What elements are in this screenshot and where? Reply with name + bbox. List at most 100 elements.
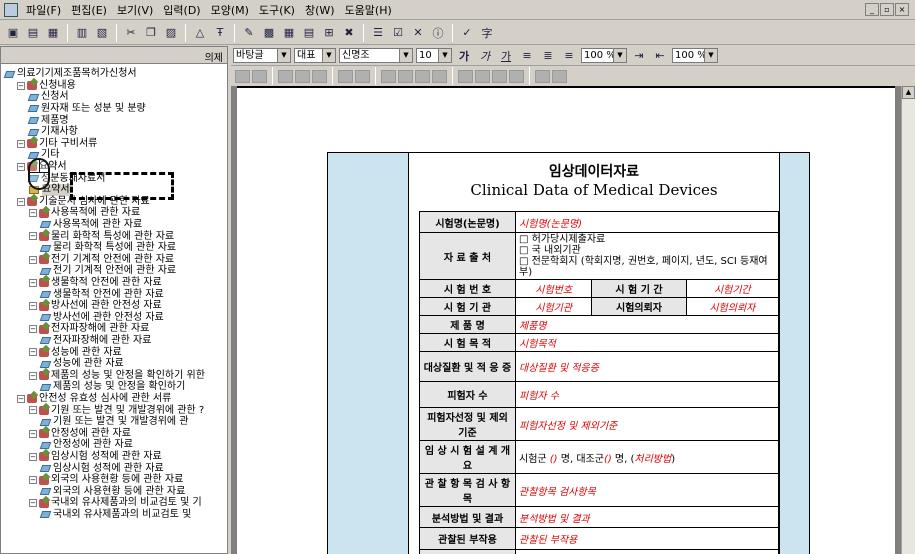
tree-item[interactable]: − 제품의 성능 및 안정을 확인하기 위한	[29, 370, 205, 382]
tree-item[interactable]: 기원 또는 발견 및 개발경위에 관	[39, 416, 189, 428]
tree-item[interactable]: 물리 화학적 특성에 관한 자료	[39, 242, 176, 254]
source-option[interactable]: □ 전문학회지 (학회지명, 권번호, 페이지, 년도, SCI 등재여부)	[519, 256, 775, 278]
requester-value[interactable]: 시험의뢰자	[685, 297, 780, 316]
tree-item[interactable]: − 사용목적에 관한 자료	[29, 207, 140, 219]
vertical-scrollbar[interactable]: ▲	[901, 86, 915, 554]
zoom-select-1[interactable]: 100 %	[581, 48, 627, 63]
design-field[interactable]: ()	[550, 454, 558, 465]
style-icon[interactable]: ☰	[369, 24, 387, 42]
tree-item[interactable]: − 신청내용	[17, 80, 76, 92]
menu-window[interactable]: 창(W)	[300, 2, 340, 18]
tree-item[interactable]: 전자파장해에 관한 자료	[39, 335, 151, 347]
purpose-value[interactable]: 시험목적	[515, 333, 779, 352]
tree-item[interactable]: 제품의 성능 및 안정을 확인하기	[39, 381, 185, 393]
tree-item[interactable]: 기재사항	[27, 126, 78, 138]
collapse-icon[interactable]: −	[29, 476, 37, 484]
align-right-icon[interactable]: ≡	[560, 47, 578, 65]
selection-value[interactable]: 피험자선정 및 제외기준	[515, 407, 779, 441]
tree-item[interactable]: − 기타 구비서류	[17, 138, 97, 150]
print-icon[interactable]: ▥	[73, 24, 91, 42]
tree-item[interactable]: 사용목적에 관한 자료	[39, 219, 142, 231]
tree-item[interactable]: 원자재 또는 성분 및 분량	[27, 103, 146, 115]
tree-item[interactable]: 방사선에 관한 안전성 자료	[39, 312, 164, 324]
tree-item[interactable]: 의료기기제조품목허가신청서	[3, 68, 137, 80]
design-value[interactable]: 시험군 () 명, 대조군() 명, (처리방법)	[515, 440, 779, 474]
collapse-icon[interactable]: −	[17, 197, 25, 206]
clear-icon[interactable]: ✕	[409, 24, 427, 42]
menu-help[interactable]: 도움말(H)	[340, 2, 397, 18]
analysis-value[interactable]: 분석방법 및 결과	[515, 506, 779, 528]
tree-item[interactable]: − 안전성 유효성 심사에 관한 서류	[17, 393, 171, 405]
zoom-select-2[interactable]: 100 %	[672, 48, 718, 63]
font-select[interactable]: 신명조	[339, 48, 413, 63]
tree-item[interactable]: 전기 기계적 안전에 관한 자료	[39, 265, 176, 277]
menu-format[interactable]: 모양(M)	[206, 2, 254, 18]
tree-item[interactable]: − 방사선에 관한 안전성 자료	[29, 300, 162, 312]
collapse-icon[interactable]: −	[17, 394, 25, 403]
info-icon[interactable]: ⓘ	[429, 24, 447, 42]
link-icon[interactable]: ⊞	[320, 24, 338, 42]
check-icon[interactable]: ☑	[389, 24, 407, 42]
collapse-icon[interactable]: −	[29, 371, 37, 380]
save-icon[interactable]: ▦	[44, 24, 62, 42]
trial-no-value[interactable]: 시험번호	[514, 279, 593, 298]
tree-item[interactable]: − 임상시험 성적에 관한 자료	[29, 451, 162, 463]
lang-select[interactable]: 대표	[294, 48, 336, 63]
tree-item[interactable]: 신청서	[27, 91, 69, 103]
tree-item[interactable]: − 기원 또는 발견 및 개발경위에 관한 ?	[29, 404, 204, 416]
collapse-icon[interactable]: −	[29, 255, 37, 264]
outdent-icon[interactable]: ⇤	[651, 47, 669, 65]
conclusion-value[interactable]: 결론	[515, 549, 779, 554]
tree-item[interactable]: − 안정성에 관한 자료	[29, 428, 131, 440]
collapse-icon[interactable]: −	[29, 452, 37, 461]
underline-button[interactable]: 가	[497, 47, 515, 65]
tree-item[interactable]: − 외국의 사용현황 등에 관한 자료	[29, 474, 183, 486]
collapse-icon[interactable]: −	[17, 81, 25, 90]
italic-button[interactable]: 가	[476, 47, 494, 65]
design-field[interactable]: 처리방법	[634, 454, 671, 465]
delete-icon[interactable]: ✖	[340, 24, 358, 42]
collapse-icon[interactable]: −	[29, 348, 37, 357]
collapse-icon[interactable]: −	[29, 325, 37, 334]
paste-icon[interactable]: ▨	[162, 24, 180, 42]
tree-item[interactable]: 안정성에 관한 자료	[39, 439, 133, 451]
cut-icon[interactable]: ✂	[122, 24, 140, 42]
preview-icon[interactable]: ▧	[93, 24, 111, 42]
close-button[interactable]: ×	[895, 3, 909, 16]
tree-item[interactable]: 국내외 유사제품과의 비교검토 및	[39, 509, 191, 521]
source-options[interactable]: □ 허가당시제출자료 □ 국 내외기관 □ 전문학회지 (학회지명, 권번호, …	[515, 232, 779, 280]
collapse-icon[interactable]: −	[29, 499, 37, 508]
collapse-icon[interactable]: −	[29, 232, 37, 241]
minimize-button[interactable]: _	[865, 3, 879, 16]
trial-name-value[interactable]: 시험명(논문명)	[515, 211, 779, 233]
indent-icon[interactable]: ⇥	[630, 47, 648, 65]
trial-period-value[interactable]: 시험기간	[685, 279, 780, 298]
items-value[interactable]: 관찰항목 검사항목	[515, 473, 779, 507]
table-icon[interactable]: ▦	[280, 24, 298, 42]
subjects-value[interactable]: 피험자 수	[515, 381, 779, 408]
collapse-icon[interactable]: −	[29, 278, 37, 287]
collapse-icon[interactable]: −	[29, 209, 37, 218]
collapse-icon[interactable]: −	[17, 139, 25, 148]
tree-item[interactable]: 성능에 관한 자료	[39, 358, 124, 370]
product-value[interactable]: 제품명	[515, 315, 779, 334]
tree-item[interactable]: − 전기 기계적 안전에 관한 자료	[29, 254, 174, 266]
font-size-select[interactable]: 10	[416, 48, 452, 63]
shape-icon[interactable]: △	[191, 24, 209, 42]
tree-item[interactable]: 임상시험 성적에 관한 자료	[39, 462, 164, 474]
collapse-icon[interactable]: −	[29, 429, 37, 438]
tree-item[interactable]: − 생물학적 안전에 관한 자료	[29, 277, 162, 289]
document-page[interactable]: 임상데이터자료 Clinical Data of Medical Devices…	[237, 86, 895, 554]
tree-item[interactable]: − 전자파장해에 관한 자료	[29, 323, 149, 335]
menu-tools[interactable]: 도구(K)	[254, 2, 300, 18]
new-doc-icon[interactable]: ▣	[4, 24, 22, 42]
align-left-icon[interactable]: ≡	[518, 47, 536, 65]
institution-value[interactable]: 시험기관	[514, 297, 593, 316]
disease-value[interactable]: 대상질환 및 적응증	[515, 351, 779, 382]
source-option[interactable]: □ 허가당시제출자료	[519, 234, 775, 245]
open-icon[interactable]: ▤	[24, 24, 42, 42]
document-area[interactable]: 임상데이터자료 Clinical Data of Medical Devices…	[231, 86, 901, 554]
collapse-icon[interactable]: −	[29, 302, 37, 310]
source-option[interactable]: □ 국 내외기관	[519, 245, 775, 256]
text-box-icon[interactable]: Ŧ	[211, 24, 229, 42]
